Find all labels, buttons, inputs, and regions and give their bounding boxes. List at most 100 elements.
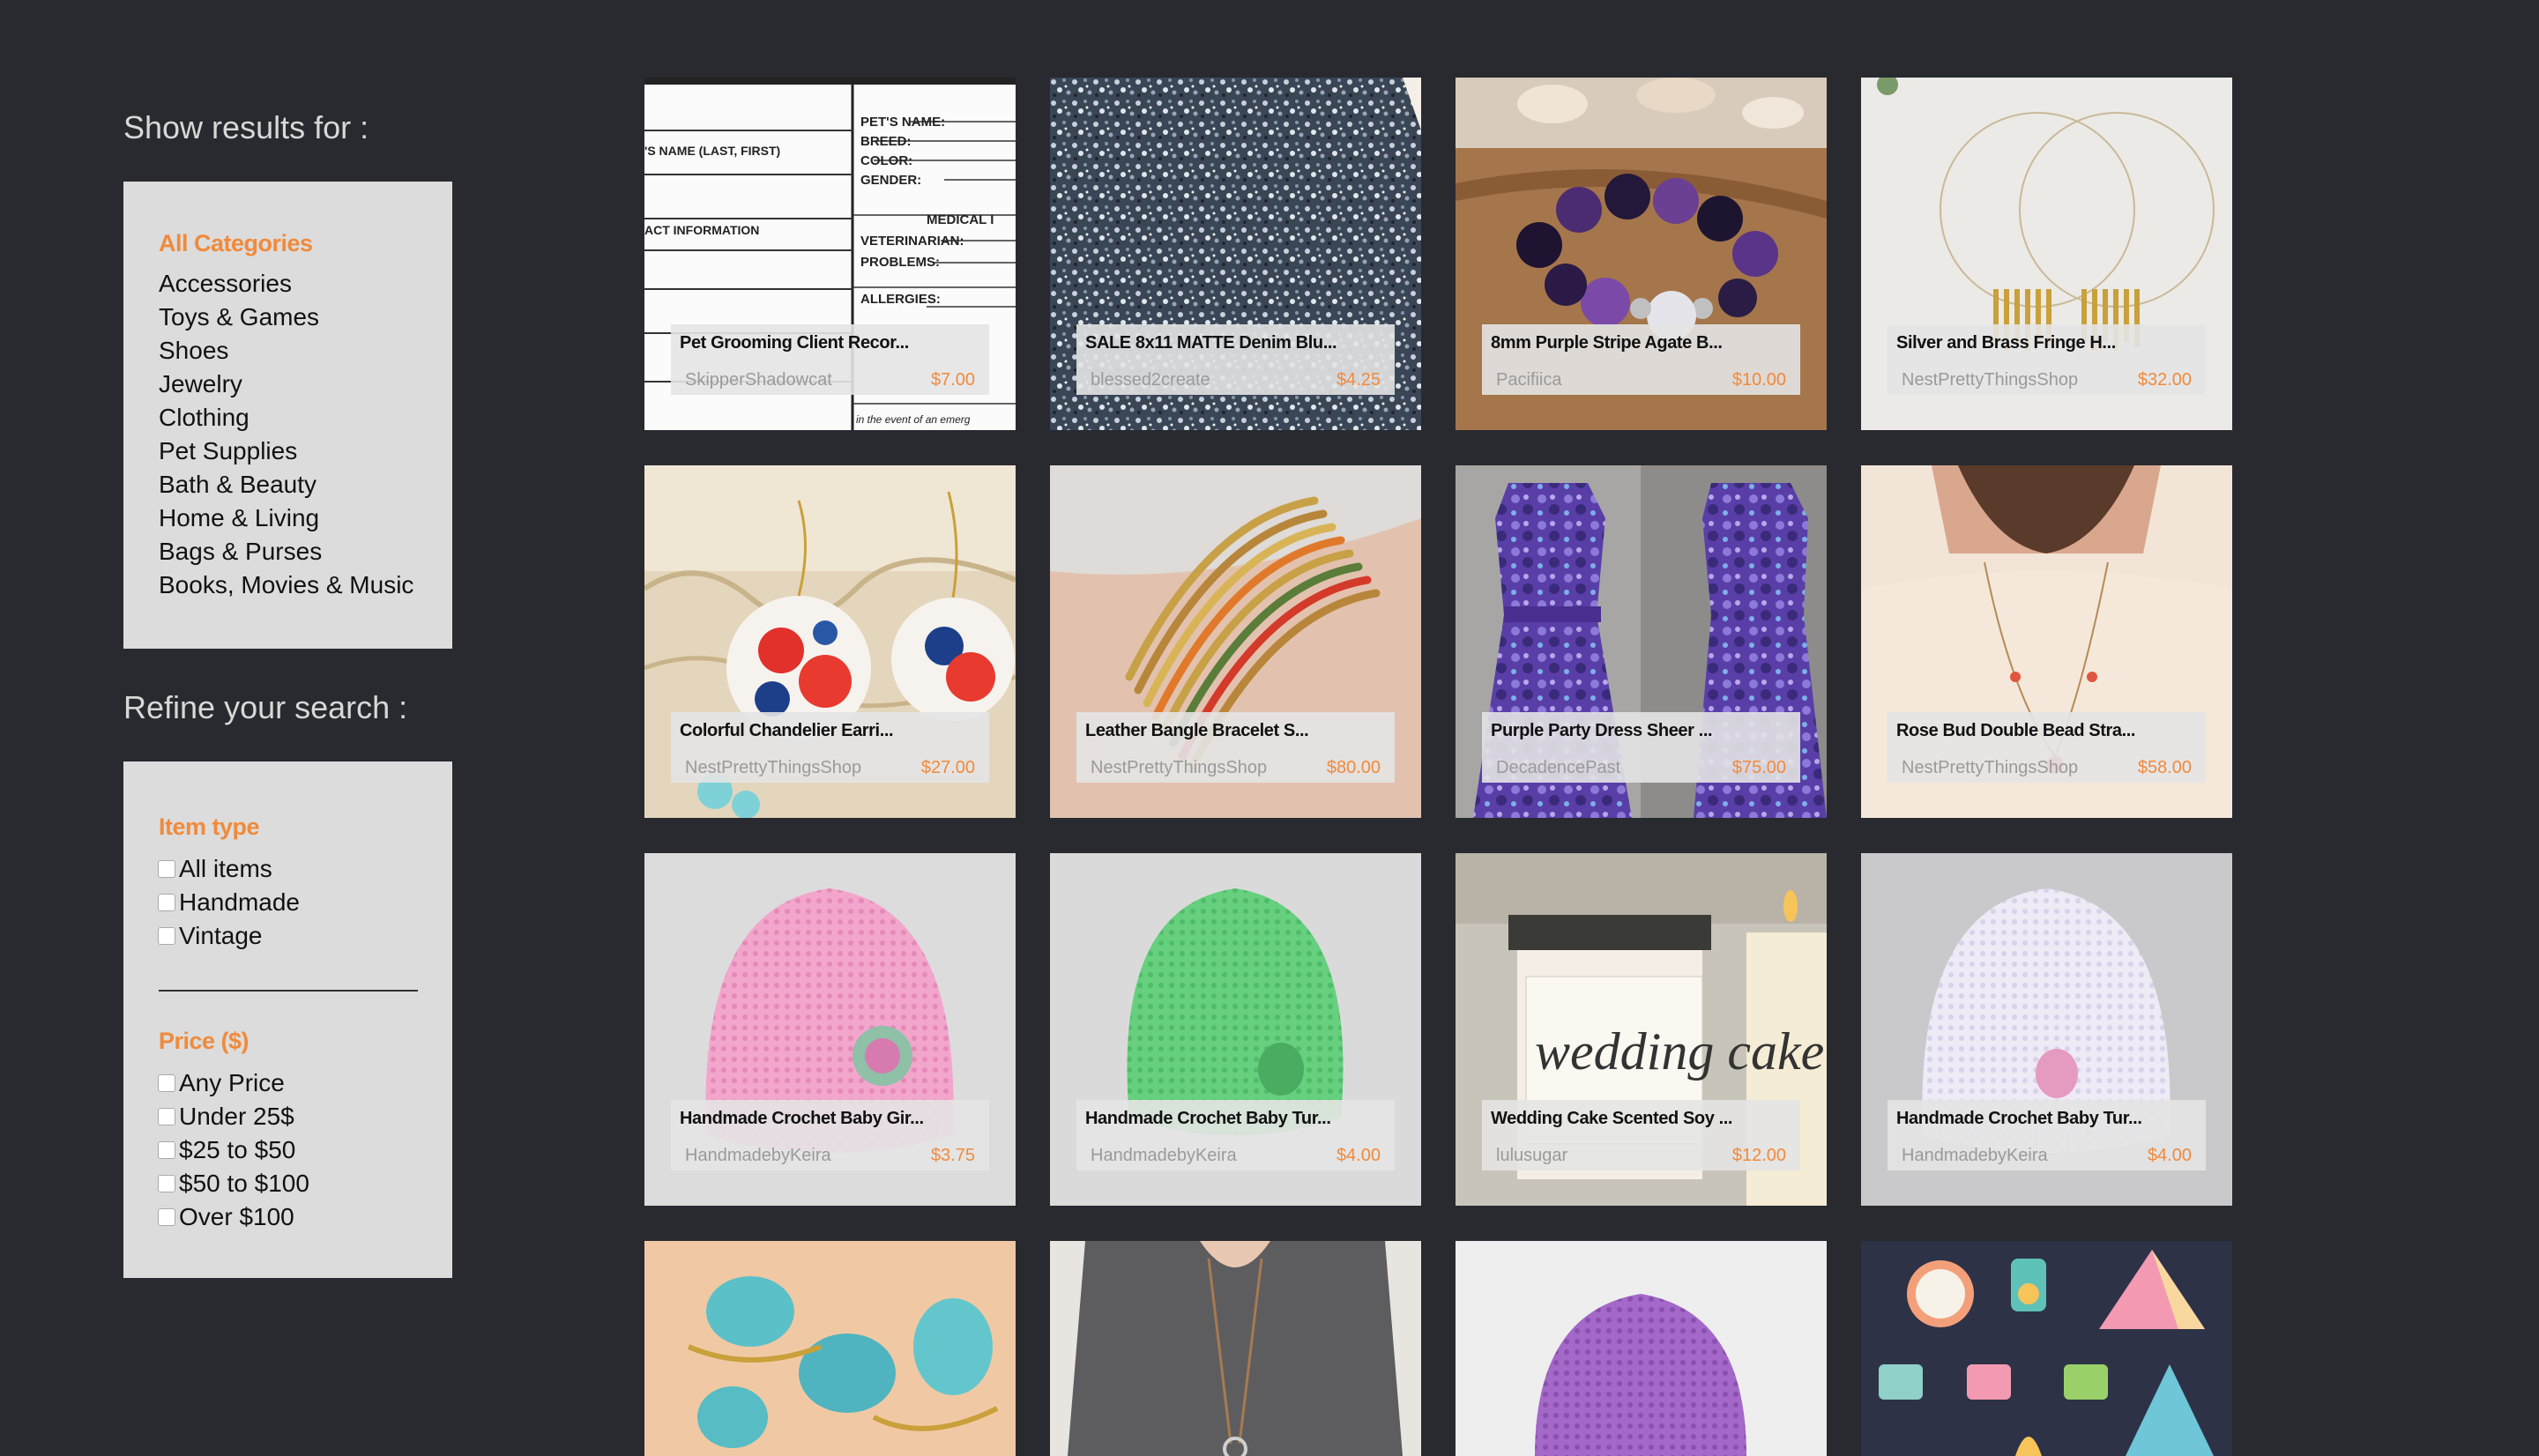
price-option[interactable]: Any Price xyxy=(158,1066,417,1100)
item-type-options: All items Handmade Vintage xyxy=(158,852,417,953)
product-card[interactable]: Rose Bud Double Bead Stra... NestPrettyT… xyxy=(1861,465,2232,818)
option-label: Any Price xyxy=(179,1069,285,1096)
product-card[interactable]: wedding cake Wedding Cake Scented Soy ..… xyxy=(1456,853,1827,1206)
product-caption: Handmade Crochet Baby Tur... HandmadebyK… xyxy=(1076,1100,1395,1170)
option-label: $25 to $50 xyxy=(179,1136,296,1163)
product-card[interactable]: Leather Bangle Bracelet S... NestPrettyT… xyxy=(1050,465,1421,818)
product-card[interactable]: Purple Party Dress Sheer ... DecadencePa… xyxy=(1456,465,1827,818)
item-type-option[interactable]: All items xyxy=(158,852,417,886)
pendant-image xyxy=(1050,1241,1421,1456)
product-price: $4.00 xyxy=(2147,1146,2192,1165)
price-option[interactable]: $50 to $100 xyxy=(158,1167,417,1200)
category-item[interactable]: Clothing xyxy=(159,401,417,435)
shop-name[interactable]: blessed2create xyxy=(1091,370,1210,390)
item-type-checkbox[interactable] xyxy=(158,860,175,878)
form-text: MEDICAL I xyxy=(927,212,994,227)
product-card[interactable] xyxy=(644,1241,1016,1456)
product-card[interactable]: SALE 8x11 MATTE Denim Blu... blessed2cre… xyxy=(1050,78,1421,430)
all-categories-link[interactable]: All Categories xyxy=(159,226,417,261)
product-title: Handmade Crochet Baby Tur... xyxy=(1896,1109,2142,1128)
item-type-option[interactable]: Vintage xyxy=(158,919,417,953)
category-item[interactable]: Books, Movies & Music xyxy=(159,568,417,602)
category-item[interactable]: Accessories xyxy=(159,267,417,301)
product-card[interactable]: Handmade Crochet Baby Tur... HandmadebyK… xyxy=(1050,853,1421,1206)
shop-name[interactable]: HandmadebyKeira xyxy=(685,1146,831,1166)
item-type-checkbox[interactable] xyxy=(158,894,175,911)
price-checkbox[interactable] xyxy=(158,1141,175,1159)
form-text: PET'S NAME: xyxy=(860,115,945,130)
product-card[interactable]: 8mm Purple Stripe Agate B... Pacifiica $… xyxy=(1456,78,1827,430)
product-card[interactable]: Handmade Crochet Baby Tur... HandmadebyK… xyxy=(1861,853,2232,1206)
product-price: $58.00 xyxy=(2137,758,2192,777)
shop-name[interactable]: HandmadebyKeira xyxy=(1902,1146,2048,1166)
product-title: Handmade Crochet Baby Gir... xyxy=(680,1109,924,1128)
shop-name[interactable]: Pacifiica xyxy=(1496,370,1561,390)
shop-name[interactable]: HandmadebyKeira xyxy=(1091,1146,1237,1166)
product-title: Pet Grooming Client Recor... xyxy=(680,333,909,353)
shop-name[interactable]: NestPrettyThingsShop xyxy=(685,758,861,778)
shop-name[interactable]: SkipperShadowcat xyxy=(685,370,832,390)
product-price: $10.00 xyxy=(1731,370,1786,390)
shop-name[interactable]: NestPrettyThingsShop xyxy=(1902,758,2078,778)
price-option[interactable]: Over $100 xyxy=(158,1200,417,1234)
price-checkbox[interactable] xyxy=(158,1175,175,1192)
product-card[interactable]: Colorful Chandelier Earri... NestPrettyT… xyxy=(644,465,1016,818)
product-title: Handmade Crochet Baby Tur... xyxy=(1085,1109,1331,1128)
price-checkbox[interactable] xyxy=(158,1108,175,1125)
product-title: Rose Bud Double Bead Stra... xyxy=(1896,721,2136,740)
item-type-option[interactable]: Handmade xyxy=(158,886,417,919)
price-option[interactable]: $25 to $50 xyxy=(158,1133,417,1167)
show-results-title: Show results for : xyxy=(123,109,369,145)
product-card[interactable] xyxy=(1050,1241,1421,1456)
product-price: $32.00 xyxy=(2137,370,2192,390)
category-item[interactable]: Pet Supplies xyxy=(159,435,417,468)
product-title: SALE 8x11 MATTE Denim Blu... xyxy=(1085,333,1337,353)
form-text: COLOR: xyxy=(860,153,912,168)
product-card[interactable]: PET'S NAME: BREED: COLOR: GENDER: MEDICA… xyxy=(644,78,1016,430)
form-text: 'S NAME (LAST, FIRST) xyxy=(644,144,780,158)
category-item[interactable]: Jewelry xyxy=(159,368,417,401)
item-type-heading: Item type xyxy=(159,813,260,840)
price-checkbox[interactable] xyxy=(158,1208,175,1226)
category-item[interactable]: Toys & Games xyxy=(159,301,417,334)
category-item[interactable]: Bath & Beauty xyxy=(159,468,417,501)
option-label: $50 to $100 xyxy=(179,1170,309,1197)
form-text: VETERINARIAN: xyxy=(860,234,964,249)
form-text: ACT INFORMATION xyxy=(644,223,759,237)
product-price: $12.00 xyxy=(1731,1146,1786,1165)
product-title: Colorful Chandelier Earri... xyxy=(680,721,894,740)
item-type-checkbox[interactable] xyxy=(158,927,175,945)
option-label: Handmade xyxy=(179,888,300,916)
product-card[interactable] xyxy=(1861,1241,2232,1456)
refine-search-title: Refine your search : xyxy=(123,689,408,725)
shop-name[interactable]: lulusugar xyxy=(1496,1146,1567,1166)
product-caption: 8mm Purple Stripe Agate B... Pacifiica $… xyxy=(1482,324,1800,395)
product-caption: Handmade Crochet Baby Tur... HandmadebyK… xyxy=(1887,1100,2206,1170)
shop-name[interactable]: NestPrettyThingsShop xyxy=(1091,758,1267,778)
product-card[interactable]: Silver and Brass Fringe H... NestPrettyT… xyxy=(1861,78,2232,430)
product-title: Purple Party Dress Sheer ... xyxy=(1491,721,1713,740)
shop-name[interactable]: DecadencePast xyxy=(1496,758,1620,778)
product-price: $7.00 xyxy=(930,370,975,390)
product-price: $75.00 xyxy=(1731,758,1786,777)
product-caption: Silver and Brass Fringe H... NestPrettyT… xyxy=(1887,324,2206,395)
product-card[interactable] xyxy=(1456,1241,1827,1456)
product-caption: Leather Bangle Bracelet S... NestPrettyT… xyxy=(1076,712,1395,783)
option-label: Vintage xyxy=(179,922,263,949)
product-caption: SALE 8x11 MATTE Denim Blu... blessed2cre… xyxy=(1076,324,1395,395)
shop-name[interactable]: NestPrettyThingsShop xyxy=(1902,370,2078,390)
product-title: Leather Bangle Bracelet S... xyxy=(1085,721,1309,740)
price-option[interactable]: Under 25$ xyxy=(158,1100,417,1133)
camping-pattern-image xyxy=(1861,1241,2232,1456)
category-item[interactable]: Bags & Purses xyxy=(159,535,417,568)
category-list: Accessories Toys & Games Shoes Jewelry C… xyxy=(159,267,417,602)
product-card[interactable]: Handmade Crochet Baby Gir... HandmadebyK… xyxy=(644,853,1016,1206)
category-item[interactable]: Home & Living xyxy=(159,501,417,535)
product-caption: Rose Bud Double Bead Stra... NestPrettyT… xyxy=(1887,712,2206,783)
product-price: $4.00 xyxy=(1336,1146,1381,1165)
form-text: GENDER: xyxy=(860,173,921,188)
product-caption: Colorful Chandelier Earri... NestPrettyT… xyxy=(671,712,989,783)
category-item[interactable]: Shoes xyxy=(159,334,417,368)
price-checkbox[interactable] xyxy=(158,1074,175,1092)
option-label: Under 25$ xyxy=(179,1103,294,1130)
